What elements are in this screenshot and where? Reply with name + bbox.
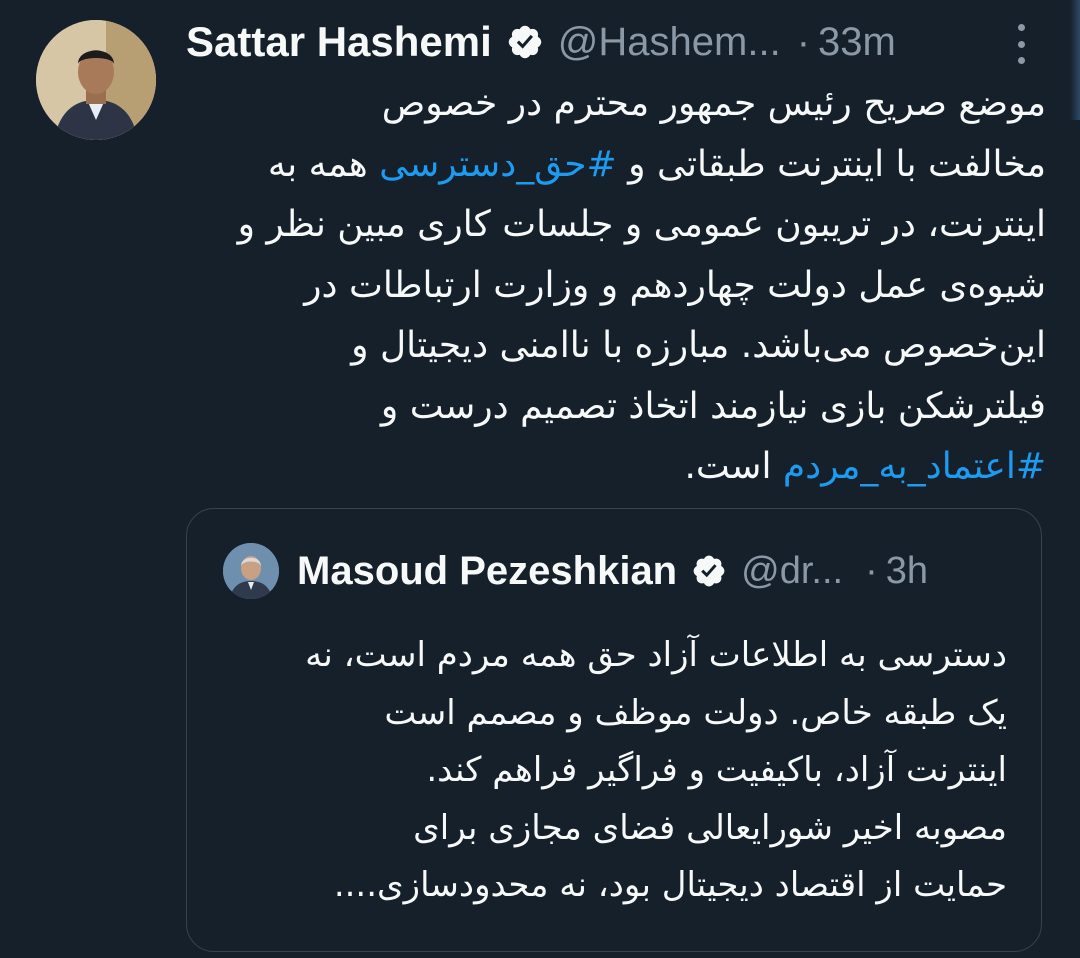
tweet-text-segment: شیوه‌ی عمل دولت چهاردهم و وزارت ارتباطات… (304, 264, 1046, 306)
edge-strip (1070, 0, 1080, 120)
quoted-tweet-text: دسترسی به اطلاعات آزاد حق همه مردم است، … (217, 627, 1007, 915)
tweet-text: موضع صریح رئیس جمهور محترم در خصوص مخالفت… (186, 74, 1046, 498)
tweet-text-segment: موضع صریح رئیس جمهور محترم در خصوص (381, 83, 1046, 124)
tweet-text-line: شیوه‌ی عمل دولت چهاردهم و وزارت ارتباطات… (186, 256, 1046, 317)
header-separator: · (796, 19, 811, 64)
author-avatar-image (36, 20, 156, 140)
tweet-timestamp[interactable]: 33m (818, 20, 896, 65)
quoted-author-handle[interactable]: @dr... (741, 550, 843, 593)
tweet-text-line: موضع صریح رئیس جمهور محترم در خصوص (186, 74, 1046, 135)
tweet-text-segment: اینترنت، در تریبون عمومی و جلسات کاری مب… (237, 204, 1046, 245)
quoted-author-name[interactable]: Masoud Pezeshkian (297, 549, 677, 594)
tweet-text-line: اینترنت، در تریبون عمومی و جلسات کاری مب… (186, 195, 1046, 256)
more-vertical-icon[interactable] (1008, 24, 1034, 64)
quoted-header-separator: · (865, 549, 878, 592)
hashtag-link[interactable]: #اعتماد_به_مردم (783, 446, 1046, 487)
quoted-author-avatar-image (223, 543, 279, 599)
verified-badge-icon (506, 23, 544, 61)
quoted-tweet-card[interactable]: Masoud Pezeshkian @dr... · 3h دسترسی به … (186, 508, 1042, 952)
quoted-tweet-text-line: مصوبه اخیر شورایعالی فضای مجازی برای (413, 807, 1007, 848)
quoted-tweet-text-line: دسترسی به اطلاعات آزاد حق همه مردم است، … (305, 635, 1007, 675)
tweet-text-segment: مخالفت با اینترنت طبقاتی و (616, 143, 1046, 185)
quoted-tweet-text-line: یک طبقه خاص. دولت موظف و مصمم است (384, 692, 1007, 733)
quoted-tweet-header: Masoud Pezeshkian @dr... · 3h (297, 539, 928, 603)
tweet-header: Sattar Hashemi @Hashem... · 33m (186, 12, 896, 72)
quoted-tweet-text-line: حمایت از اقتصاد دیجیتال بود، نه محدودساز… (333, 865, 1007, 905)
tweet-text-line: فیلترشکن بازی نیازمند اتخاذ تصمیم درست و (186, 377, 1046, 438)
quoted-tweet-timestamp[interactable]: 3h (886, 550, 928, 593)
tweet-text-segment: این‌خصوص می‌باشد. مبارزه با ناامنی دیجیت… (351, 325, 1046, 366)
verified-badge-icon (691, 553, 727, 589)
author-name[interactable]: Sattar Hashemi (186, 18, 492, 66)
hashtag-link[interactable]: #حق_دسترسی (379, 144, 617, 185)
author-handle[interactable]: @Hashem... (558, 20, 781, 65)
quoted-author-avatar[interactable] (223, 543, 279, 599)
author-avatar[interactable] (36, 20, 156, 140)
tweet-text-line: #اعتماد_به_مردم است. (186, 437, 1046, 498)
tweet-text-line: این‌خصوص می‌باشد. مبارزه با ناامنی دیجیت… (186, 316, 1046, 377)
tweet-text-line: مخالفت با اینترنت طبقاتی و #حق_دسترسی هم… (186, 135, 1046, 196)
tweet-text-segment: همه به (267, 143, 380, 185)
tweet-text-segment: فیلترشکن بازی نیازمند اتخاذ تصمیم درست و (380, 385, 1046, 427)
tweet-text-segment: است. (684, 446, 783, 487)
quoted-tweet-text-line: اینترنت آزاد، باکیفیت و فراگیر فراهم کند… (426, 750, 1007, 790)
